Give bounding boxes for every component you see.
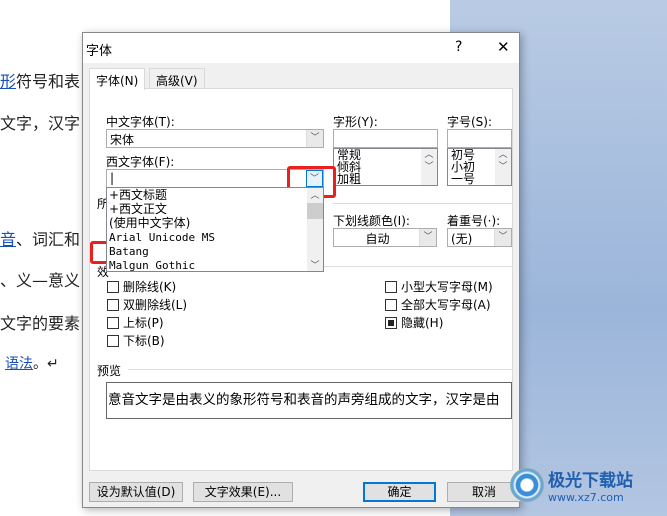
- checkbox-box[interactable]: [385, 298, 397, 311]
- ok-button[interactable]: 确定: [363, 482, 436, 502]
- checkbox-label: 全部大写字母(A): [401, 298, 491, 312]
- watermark-logo-icon: [510, 468, 544, 502]
- font-option[interactable]: Arial Unicode MS: [109, 231, 215, 244]
- tab-advanced[interactable]: 高级(V): [149, 68, 205, 89]
- size-input[interactable]: [447, 129, 512, 148]
- chinese-font-label: 中文字体(T):: [106, 115, 175, 129]
- divider: [333, 203, 513, 204]
- doc-link[interactable]: 形: [0, 72, 16, 91]
- size-list: 初号 小初 一号 ︿ ﹀: [447, 148, 512, 186]
- checkbox-label: 下标(B): [123, 334, 165, 348]
- doc-line: 形符号和表: [0, 68, 80, 92]
- doc-line: 文字，汉字: [0, 110, 80, 134]
- small-caps-checkbox[interactable]: 小型大写字母(M): [385, 278, 493, 295]
- watermark: 极光下载站 www.xz7.com: [510, 466, 633, 504]
- strikethrough-checkbox[interactable]: 删除线(K): [107, 278, 176, 295]
- checkbox-box[interactable]: [107, 298, 119, 311]
- font-option[interactable]: (使用中文字体): [109, 217, 190, 230]
- western-font-value: |: [110, 171, 115, 185]
- divider: [324, 266, 513, 267]
- doc-text: 文字的要素: [0, 314, 81, 333]
- close-button[interactable]: ✕: [497, 38, 510, 56]
- help-button[interactable]: ?: [455, 39, 462, 55]
- preview-box: 意音文字是由表义的象形符号和表音的声旁组成的文字，汉字是由: [106, 382, 512, 419]
- double-strikethrough-checkbox[interactable]: 双删除线(L): [107, 296, 187, 313]
- superscript-checkbox[interactable]: 上标(P): [107, 314, 164, 331]
- scroll-down-icon[interactable]: ﹀: [307, 258, 323, 271]
- checkbox-box[interactable]: [107, 316, 119, 329]
- chinese-font-combo[interactable]: 宋体 ﹀: [106, 129, 324, 148]
- title-bar: 字体 ? ✕: [83, 33, 519, 63]
- set-default-button[interactable]: 设为默认值(D): [89, 482, 183, 502]
- divider: [128, 369, 513, 370]
- doc-line: 文字的要素: [0, 310, 80, 334]
- font-option[interactable]: +西文标题: [109, 189, 167, 202]
- checkbox-label: 小型大写字母(M): [401, 280, 493, 294]
- checkbox-label: 双删除线(L): [123, 298, 188, 312]
- text-effects-button[interactable]: 文字效果(E)...: [193, 482, 293, 502]
- scroll-thumb[interactable]: [307, 203, 323, 219]
- scroll-up-icon[interactable]: ︿: [307, 188, 323, 201]
- subscript-checkbox[interactable]: 下标(B): [107, 332, 165, 349]
- doc-line: 语法。↵: [5, 353, 59, 373]
- western-font-dropdown: +西文标题 +西文正文 (使用中文字体) Arial Unicode MS Ba…: [106, 187, 324, 272]
- underline-color-combo[interactable]: 自动 ﹀: [333, 228, 437, 247]
- chevron-down-icon[interactable]: ﹀: [419, 229, 436, 246]
- doc-link[interactable]: 语法: [5, 356, 33, 372]
- checkbox-label: 隐藏(H): [401, 316, 444, 330]
- doc-text: 文字，汉字: [0, 114, 81, 133]
- watermark-text: 极光下载站: [548, 471, 633, 491]
- doc-link[interactable]: 音: [0, 230, 16, 249]
- underline-color-label: 下划线颜色(I):: [333, 214, 410, 228]
- style-input[interactable]: [333, 129, 438, 148]
- checkbox-box[interactable]: [107, 280, 119, 293]
- chinese-font-value: 宋体: [110, 133, 135, 147]
- size-scrollbar[interactable]: ︿ ﹀: [495, 149, 511, 185]
- western-font-label: 西文字体(F):: [106, 155, 175, 169]
- hidden-checkbox[interactable]: 隐藏(H): [385, 314, 443, 331]
- style-list: 常规 倾斜 加粗 ︿ ﹀: [333, 148, 438, 186]
- size-label: 字号(S):: [447, 115, 493, 129]
- tab-font[interactable]: 字体(N): [89, 68, 146, 90]
- checkbox-box[interactable]: [385, 280, 397, 293]
- font-option[interactable]: Batang: [109, 245, 149, 258]
- doc-text: 符号和表: [16, 72, 81, 91]
- checkbox-box[interactable]: [385, 316, 397, 329]
- doc-text: 、义—意义: [0, 271, 81, 290]
- checkbox-label: 删除线(K): [123, 280, 177, 294]
- style-scrollbar[interactable]: ︿ ﹀: [421, 149, 437, 185]
- font-dialog: 字体 ? ✕ 字体(N) 高级(V) 中文字体(T): 宋体 ﹀ 西文字体(F):…: [82, 32, 521, 508]
- font-option[interactable]: Malgun Gothic: [109, 259, 195, 272]
- chevron-down-icon[interactable]: ﹀: [494, 229, 511, 246]
- chevron-down-icon[interactable]: ﹀: [306, 130, 323, 147]
- emphasis-label: 着重号(·):: [447, 214, 501, 228]
- doc-line: 、义—意义: [0, 267, 80, 291]
- all-caps-checkbox[interactable]: 全部大写字母(A): [385, 296, 491, 313]
- emphasis-value: (无): [451, 232, 473, 246]
- doc-line: 音、词汇和: [0, 226, 80, 250]
- style-label: 字形(Y):: [333, 115, 378, 129]
- dialog-title: 字体: [86, 44, 113, 59]
- watermark-url: www.xz7.com: [548, 491, 624, 504]
- checkbox-label: 上标(P): [123, 316, 164, 330]
- preview-label: 预览: [97, 364, 122, 378]
- emphasis-combo[interactable]: (无) ﹀: [447, 228, 512, 247]
- checkbox-box[interactable]: [107, 334, 119, 347]
- dropdown-scrollbar[interactable]: ︿ ﹀: [307, 188, 323, 271]
- doc-text: 、词汇和: [16, 230, 81, 249]
- underline-color-value: 自动: [365, 232, 390, 246]
- doc-text: 。↵: [33, 356, 59, 372]
- font-option[interactable]: +西文正文: [109, 203, 167, 216]
